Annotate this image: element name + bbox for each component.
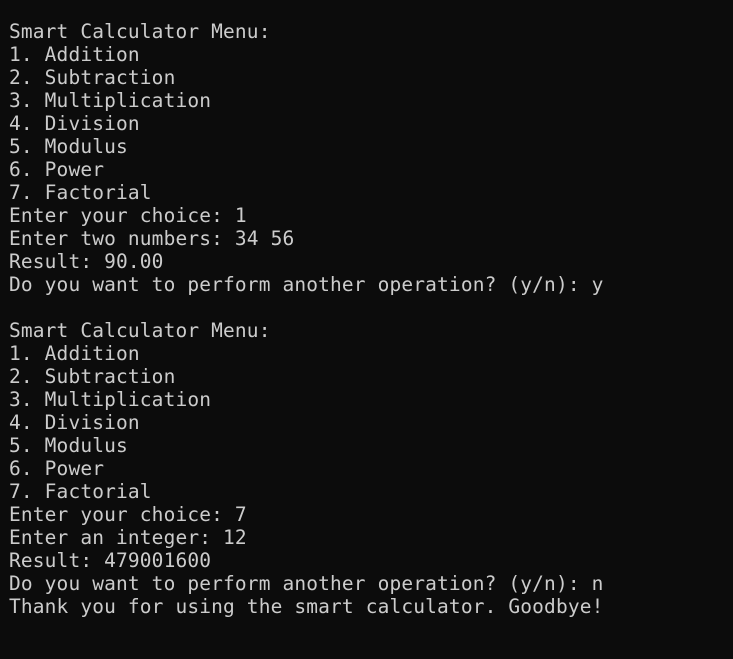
terminal-line: 4. Division — [9, 411, 140, 434]
terminal-line: Do you want to perform another operation… — [9, 273, 604, 296]
terminal-line: 6. Power — [9, 457, 105, 480]
terminal-line: 5. Modulus — [9, 434, 128, 457]
terminal-line: 5. Modulus — [9, 135, 128, 158]
terminal-line: 7. Factorial — [9, 480, 152, 503]
terminal-line: 4. Division — [9, 112, 140, 135]
terminal-line: Smart Calculator Menu: — [9, 319, 271, 342]
terminal-line: Thank you for using the smart calculator… — [9, 595, 604, 618]
terminal-line: 2. Subtraction — [9, 66, 176, 89]
terminal-line: Do you want to perform another operation… — [9, 572, 604, 595]
terminal-line: 1. Addition — [9, 342, 140, 365]
terminal-line: Result: 479001600 — [9, 549, 212, 572]
terminal-line: 6. Power — [9, 158, 105, 181]
terminal-line: Enter your choice: 7 — [9, 503, 247, 526]
terminal-line: Smart Calculator Menu: — [9, 20, 271, 43]
terminal-output: Smart Calculator Menu: 1. Addition 2. Su… — [0, 0, 733, 659]
terminal-line: Result: 90.00 — [9, 250, 164, 273]
terminal-line: Enter an integer: 12 — [9, 526, 247, 549]
terminal-line: 1. Addition — [9, 43, 140, 66]
terminal-line: 3. Multiplication — [9, 388, 212, 411]
terminal-line: Enter two numbers: 34 56 — [9, 227, 295, 250]
terminal-line: Enter your choice: 1 — [9, 204, 247, 227]
terminal-line: 7. Factorial — [9, 181, 152, 204]
terminal-line: 3. Multiplication — [9, 89, 212, 112]
terminal-line: 2. Subtraction — [9, 365, 176, 388]
